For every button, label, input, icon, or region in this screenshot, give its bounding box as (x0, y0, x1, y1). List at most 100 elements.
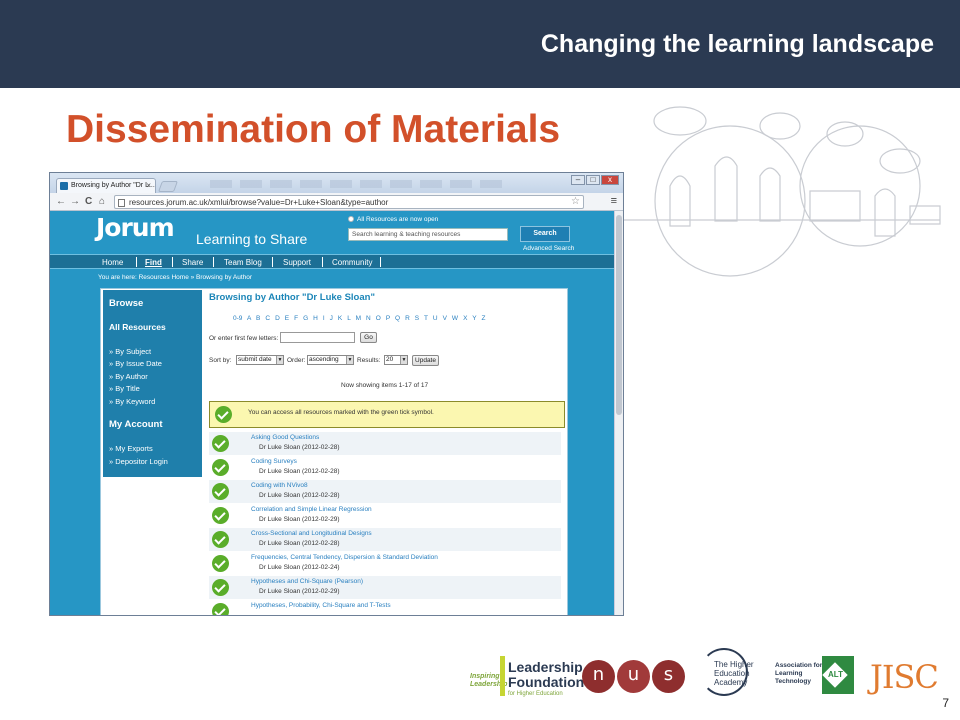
result-author: Dr Luke Sloan (2012-02-28) (259, 540, 340, 547)
sidebar-item-by-keyword[interactable]: » By Keyword (109, 397, 155, 406)
sidebar-item-depositor-login[interactable]: » Depositor Login (109, 457, 168, 466)
jorum-tagline: Learning to Share (196, 231, 308, 247)
back-arrow-icon[interactable]: ← (56, 196, 66, 207)
search-button[interactable]: Search (520, 226, 570, 242)
order-select[interactable]: ascending ▼ (307, 355, 354, 365)
forward-arrow-icon[interactable]: → (70, 196, 80, 207)
page-number: 7 (942, 696, 949, 710)
dropdown-arrow-icon: ▼ (400, 356, 407, 364)
alphabet-jump-links[interactable]: 0-9 A B C D E F G H I J K L M N O P Q R … (233, 315, 486, 322)
lf-subtitle: for Higher Education (508, 691, 563, 697)
access-notice: You can access all resources marked with… (209, 401, 565, 428)
browser-tab[interactable]: Browsing by Author "Dr L... × (56, 178, 156, 193)
update-button[interactable]: Update (412, 355, 439, 366)
favicon-icon (60, 182, 68, 190)
result-row: Coding with NVivo8 Dr Luke Sloan (2012-0… (209, 480, 561, 503)
results-label: Results: (357, 357, 381, 364)
close-window-button[interactable]: x (601, 175, 619, 185)
result-title-link[interactable]: Hypotheses, Probability, Chi-Square and … (251, 602, 391, 609)
first-letters-label: Or enter first few letters: (209, 335, 279, 342)
nav-find[interactable]: Find (145, 258, 162, 267)
open-resources-note: All Resources are now open (348, 216, 438, 223)
sidebar-item-my-exports[interactable]: » My Exports (109, 444, 153, 453)
result-title-link[interactable]: Asking Good Questions (251, 434, 319, 441)
search-input[interactable]: Search learning & teaching resources (348, 228, 508, 241)
tab-title: Browsing by Author "Dr L... (71, 182, 155, 189)
all-resources-heading: All Resources (109, 322, 166, 332)
slide: Changing the learning landscape Dissemin… (0, 0, 960, 720)
result-title-link[interactable]: Frequencies, Central Tendency, Dispersio… (251, 554, 438, 561)
scrollbar-thumb[interactable] (616, 215, 622, 415)
green-tick-icon (215, 406, 232, 423)
bookmark-star-icon[interactable]: ☆ (571, 196, 580, 207)
browse-sidebar: Browse All Resources » By Subject » By I… (103, 290, 202, 477)
header-band: Changing the learning landscape (0, 0, 960, 88)
nav-community[interactable]: Community (332, 258, 372, 267)
result-author: Dr Luke Sloan (2012-02-28) (259, 444, 340, 451)
result-row: Hypotheses, Probability, Chi-Square and … (209, 600, 561, 615)
home-icon[interactable]: ⌂ (99, 196, 105, 207)
result-row: Correlation and Simple Linear Regression… (209, 504, 561, 527)
result-row: Cross-Sectional and Longitudinal Designs… (209, 528, 561, 551)
result-row: Coding Surveys Dr Luke Sloan (2012-02-28… (209, 456, 561, 479)
nus-logo-n: n (582, 660, 615, 693)
green-tick-icon (212, 603, 229, 615)
result-author: Dr Luke Sloan (2012-02-28) (259, 492, 340, 499)
minimize-button[interactable]: – (571, 175, 585, 185)
first-letters-input[interactable] (280, 332, 355, 343)
order-value: ascending (309, 356, 339, 363)
jisc-logo: JISC (870, 658, 939, 696)
menu-icon[interactable]: ≡ (611, 195, 617, 207)
green-tick-icon (212, 459, 229, 476)
advanced-search-link[interactable]: Advanced Search (523, 245, 574, 252)
nav-support[interactable]: Support (283, 258, 311, 267)
breadcrumb: You are here: Resources Home » Browsing … (98, 274, 253, 281)
nav-share[interactable]: Share (182, 258, 203, 267)
hea-logo-text: The Higher Education Academy (714, 660, 754, 687)
browser-window: Browsing by Author "Dr L... × – □ x ← → … (49, 172, 624, 616)
alt-logo-text: Association for Learning Technology (775, 662, 823, 685)
page-icon (118, 199, 125, 207)
nav-team-blog[interactable]: Team Blog (224, 258, 262, 267)
go-button[interactable]: Go (360, 332, 377, 343)
green-tick-icon (212, 555, 229, 572)
result-author: Dr Luke Sloan (2012-02-24) (259, 564, 340, 571)
new-tab-button[interactable] (157, 181, 179, 192)
showing-count: Now showing items 1-17 of 17 (341, 382, 429, 389)
nus-logo-u: u (617, 660, 650, 693)
result-author: Dr Luke Sloan (2012-02-28) (259, 468, 340, 475)
tab-close-icon[interactable]: × (146, 181, 151, 190)
nav-home[interactable]: Home (102, 258, 123, 267)
dropdown-arrow-icon: ▼ (276, 356, 283, 364)
page-scrollbar[interactable] (614, 211, 623, 615)
result-title-link[interactable]: Coding with NVivo8 (251, 482, 308, 489)
jorum-logo[interactable]: Jorum (96, 213, 175, 242)
maximize-button[interactable]: □ (586, 175, 600, 185)
sidebar-item-by-title[interactable]: » By Title (109, 384, 140, 393)
sidebar-item-by-issue-date[interactable]: » By Issue Date (109, 359, 162, 368)
address-bar[interactable]: resources.jorum.ac.uk/xmlui/browse?value… (114, 195, 584, 209)
result-title-link[interactable]: Hypotheses and Chi-Square (Pearson) (251, 578, 363, 585)
sidebar-item-by-subject[interactable]: » By Subject (109, 347, 151, 356)
green-tick-icon (212, 507, 229, 524)
result-title-link[interactable]: Correlation and Simple Linear Regression (251, 506, 372, 513)
reload-icon[interactable]: C (85, 196, 92, 207)
result-title-link[interactable]: Coding Surveys (251, 458, 297, 465)
green-tick-icon (212, 579, 229, 596)
green-tick-icon (212, 483, 229, 500)
sidebar-item-by-author[interactable]: » By Author (109, 372, 148, 381)
result-title-link[interactable]: Cross-Sectional and Longitudinal Designs (251, 530, 372, 537)
browser-toolbar: ← → C ⌂ resources.jorum.ac.uk/xmlui/brow… (50, 193, 623, 211)
results-value: 20 (386, 356, 394, 363)
my-account-heading: My Account (109, 419, 163, 430)
sort-by-select[interactable]: submit date ▼ (236, 355, 284, 365)
sort-by-label: Sort by: (209, 357, 232, 364)
radio-icon[interactable] (348, 216, 354, 223)
order-label: Order: (287, 357, 306, 364)
result-row: Hypotheses and Chi-Square (Pearson) Dr L… (209, 576, 561, 599)
url-text: resources.jorum.ac.uk/xmlui/browse?value… (129, 198, 389, 207)
notice-text: You can access all resources marked with… (248, 409, 434, 416)
jorum-page: Jorum Learning to Share All Resources ar… (50, 211, 616, 615)
results-select[interactable]: 20 ▼ (384, 355, 408, 365)
open-note-text: All Resources are now open (357, 216, 439, 223)
